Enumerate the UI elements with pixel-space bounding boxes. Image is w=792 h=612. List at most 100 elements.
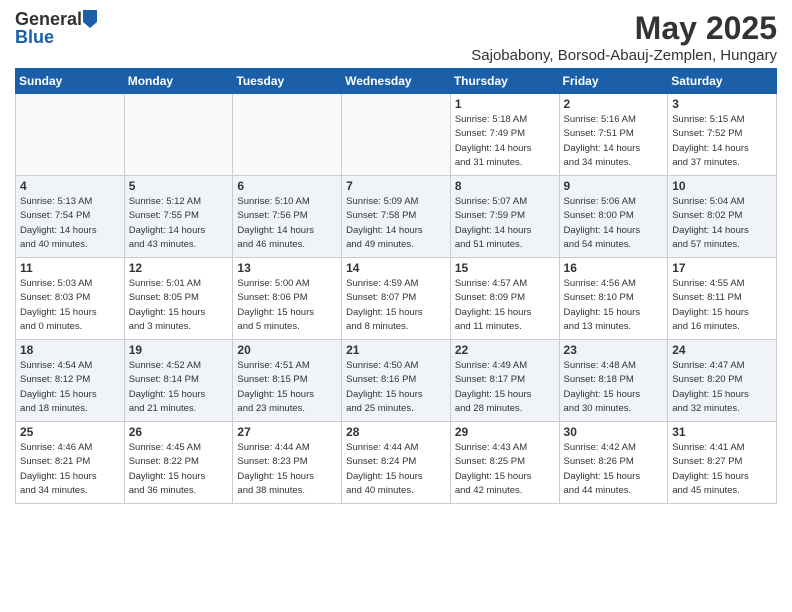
month-title: May 2025 [471,10,777,47]
day-info-line: Sunset: 8:26 PM [564,455,664,469]
calendar-cell: 14Sunrise: 4:59 AMSunset: 8:07 PMDayligh… [342,258,451,340]
calendar-cell: 30Sunrise: 4:42 AMSunset: 8:26 PMDayligh… [559,422,668,504]
calendar-cell: 22Sunrise: 4:49 AMSunset: 8:17 PMDayligh… [450,340,559,422]
day-info-line: Sunrise: 4:59 AM [346,277,446,291]
calendar-cell: 31Sunrise: 4:41 AMSunset: 8:27 PMDayligh… [668,422,777,504]
day-info-line: Sunrise: 4:56 AM [564,277,664,291]
day-info-line: Sunset: 8:09 PM [455,291,555,305]
page: General Blue May 2025 Sajobabony, Borsod… [0,0,792,612]
day-info-line: Daylight: 15 hours [455,470,555,484]
header-saturday: Saturday [668,69,777,94]
day-info-line: and 8 minutes. [346,320,446,334]
day-info-line: and 18 minutes. [20,402,120,416]
day-info-line: Sunrise: 4:45 AM [129,441,229,455]
day-info-line: and 25 minutes. [346,402,446,416]
day-info-line: and 36 minutes. [129,484,229,498]
day-info-line: Sunrise: 4:48 AM [564,359,664,373]
day-info-line: Sunrise: 4:57 AM [455,277,555,291]
calendar: Sunday Monday Tuesday Wednesday Thursday… [15,68,777,504]
day-info-line: Daylight: 14 hours [564,224,664,238]
day-info-line: Sunset: 8:22 PM [129,455,229,469]
header-tuesday: Tuesday [233,69,342,94]
day-number: 2 [564,97,664,111]
calendar-cell: 3Sunrise: 5:15 AMSunset: 7:52 PMDaylight… [668,94,777,176]
day-info-line: Daylight: 15 hours [455,306,555,320]
logo: General Blue [15,10,97,48]
day-number: 5 [129,179,229,193]
day-info-line: Sunrise: 5:16 AM [564,113,664,127]
day-info-line: Sunrise: 4:55 AM [672,277,772,291]
day-info-line: and 28 minutes. [455,402,555,416]
day-info-line: Daylight: 14 hours [455,142,555,156]
day-info-line: Sunrise: 5:13 AM [20,195,120,209]
day-info-line: Daylight: 15 hours [237,306,337,320]
day-info-line: Sunrise: 5:00 AM [237,277,337,291]
day-info-line: and 44 minutes. [564,484,664,498]
calendar-cell: 27Sunrise: 4:44 AMSunset: 8:23 PMDayligh… [233,422,342,504]
day-info-line: Sunset: 8:10 PM [564,291,664,305]
day-info-line: Daylight: 15 hours [129,388,229,402]
day-info-line: and 0 minutes. [20,320,120,334]
day-info-line: Sunrise: 5:06 AM [564,195,664,209]
day-info-line: Sunrise: 5:01 AM [129,277,229,291]
day-number: 3 [672,97,772,111]
day-info-line: Sunset: 8:27 PM [672,455,772,469]
day-info-line: and 3 minutes. [129,320,229,334]
day-info-line: Sunset: 8:24 PM [346,455,446,469]
calendar-cell: 11Sunrise: 5:03 AMSunset: 8:03 PMDayligh… [16,258,125,340]
day-info-line: and 31 minutes. [455,156,555,170]
day-info-line: and 5 minutes. [237,320,337,334]
day-info-line: and 51 minutes. [455,238,555,252]
day-number: 28 [346,425,446,439]
day-info-line: and 23 minutes. [237,402,337,416]
calendar-cell: 28Sunrise: 4:44 AMSunset: 8:24 PMDayligh… [342,422,451,504]
day-number: 17 [672,261,772,275]
day-number: 24 [672,343,772,357]
day-info-line: and 37 minutes. [672,156,772,170]
day-info-line: Daylight: 15 hours [672,306,772,320]
logo-general-text: General [15,10,82,28]
calendar-cell: 12Sunrise: 5:01 AMSunset: 8:05 PMDayligh… [124,258,233,340]
title-section: May 2025 Sajobabony, Borsod-Abauj-Zemple… [471,10,777,64]
day-info-line: Sunset: 8:23 PM [237,455,337,469]
day-info-line: Daylight: 15 hours [346,470,446,484]
day-info-line: Daylight: 15 hours [564,306,664,320]
day-info-line: Daylight: 15 hours [564,388,664,402]
day-info-line: and 21 minutes. [129,402,229,416]
day-number: 14 [346,261,446,275]
header-friday: Friday [559,69,668,94]
day-number: 11 [20,261,120,275]
logo-icon [83,10,97,28]
day-number: 20 [237,343,337,357]
header: General Blue May 2025 Sajobabony, Borsod… [15,10,777,64]
day-info-line: and 57 minutes. [672,238,772,252]
day-number: 22 [455,343,555,357]
day-info-line: Sunset: 8:00 PM [564,209,664,223]
day-info-line: Sunrise: 5:03 AM [20,277,120,291]
day-info-line: Sunrise: 4:52 AM [129,359,229,373]
day-info-line: Daylight: 15 hours [672,470,772,484]
day-info-line: and 30 minutes. [564,402,664,416]
day-info-line: and 40 minutes. [20,238,120,252]
calendar-cell [124,94,233,176]
calendar-cell: 9 Sunrise: 5:06 AMSunset: 8:00 PMDaylight… [559,176,668,258]
day-info-line: Sunrise: 4:51 AM [237,359,337,373]
day-info-line: Daylight: 15 hours [672,388,772,402]
subtitle: Sajobabony, Borsod-Abauj-Zemplen, Hungar… [471,47,777,64]
day-info-line: Sunrise: 4:42 AM [564,441,664,455]
day-info-line: Daylight: 15 hours [346,306,446,320]
day-info-line: and 40 minutes. [346,484,446,498]
header-thursday: Thursday [450,69,559,94]
day-info-line: and 34 minutes. [564,156,664,170]
day-number: 9 [564,179,664,193]
calendar-cell [16,94,125,176]
calendar-cell: 20Sunrise: 4:51 AMSunset: 8:15 PMDayligh… [233,340,342,422]
day-number: 29 [455,425,555,439]
day-info-line: and 11 minutes. [455,320,555,334]
day-number: 27 [237,425,337,439]
calendar-cell: 7Sunrise: 5:09 AMSunset: 7:58 PMDaylight… [342,176,451,258]
day-info-line: and 45 minutes. [672,484,772,498]
day-info-line: Sunset: 8:21 PM [20,455,120,469]
day-info-line: Daylight: 14 hours [20,224,120,238]
day-info-line: Sunrise: 4:54 AM [20,359,120,373]
